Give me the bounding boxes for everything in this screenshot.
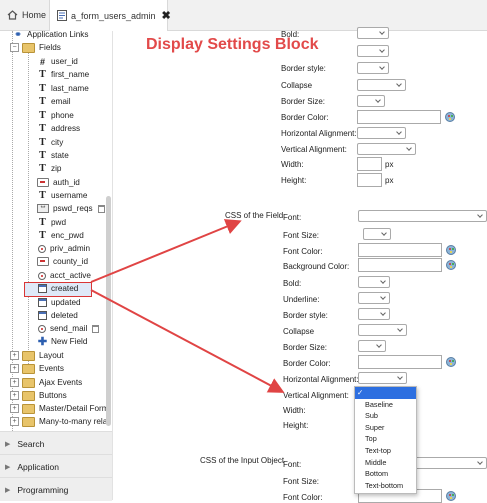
arrow-to-css-field [90,219,242,283]
arrow-to-vertical-alignment [90,289,285,393]
annotation-arrows [90,219,285,393]
